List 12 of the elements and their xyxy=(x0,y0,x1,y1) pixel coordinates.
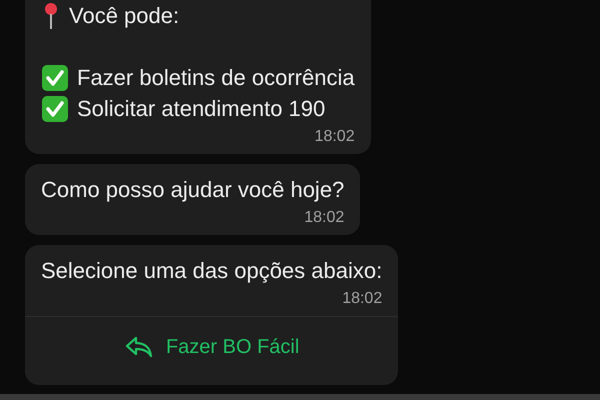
message-text: Fazer boletins de ocorrência xyxy=(77,64,355,92)
message-time: 18:02 xyxy=(304,209,344,227)
message-text: Você pode: xyxy=(69,2,180,30)
reply-button[interactable]: Fazer BO Fácil xyxy=(25,316,398,385)
message-time: 18:02 xyxy=(314,128,355,146)
check-mark-icon xyxy=(41,94,69,122)
message-text: Selecione uma das opções abaixo: xyxy=(41,257,382,285)
message-text: Solicitar atendimento 190 xyxy=(77,95,326,123)
message-time: 18:02 xyxy=(342,290,382,308)
check-mark-icon xyxy=(41,64,69,92)
message-text: Como posso ajudar você hoje? xyxy=(41,176,344,204)
reply-icon xyxy=(124,335,154,359)
